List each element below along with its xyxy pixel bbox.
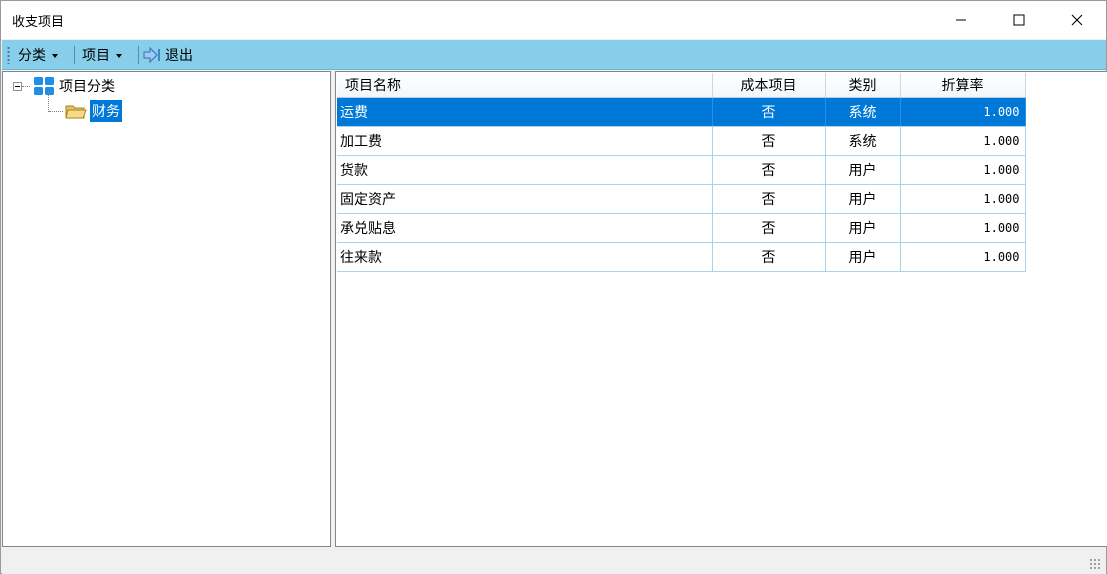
close-icon xyxy=(1071,14,1083,26)
cell-cost[interactable]: 否 xyxy=(712,242,826,272)
cell-cost[interactable]: 否 xyxy=(712,97,826,127)
table-row[interactable]: 承兑贴息否用户 1.000 xyxy=(337,213,1026,243)
cell-rate[interactable]: 1.000 xyxy=(900,184,1026,214)
toolbar-separator xyxy=(74,46,75,64)
column-header-rate[interactable]: 折算率 xyxy=(900,73,1026,98)
table-row[interactable]: 加工费否系统 1.000 xyxy=(337,126,1026,156)
tree-root-node[interactable]: 项目分类 xyxy=(13,76,115,96)
column-header-type[interactable]: 类别 xyxy=(825,73,901,98)
tree-root-label: 项目分类 xyxy=(59,79,115,95)
table-row[interactable]: 往来款否用户 1.000 xyxy=(337,242,1026,272)
minimize-button[interactable] xyxy=(932,1,990,39)
cell-cost[interactable]: 否 xyxy=(712,213,826,243)
cell-name[interactable]: 承兑贴息 xyxy=(337,213,713,243)
maximize-button[interactable] xyxy=(990,1,1048,39)
item-menu-button[interactable]: 项目 xyxy=(82,46,122,64)
cell-name[interactable]: 运费 xyxy=(337,97,713,127)
collapse-toggle-icon[interactable] xyxy=(13,81,22,91)
close-button[interactable] xyxy=(1048,1,1106,39)
cell-rate[interactable]: 1.000 xyxy=(900,126,1026,156)
cell-name[interactable]: 固定资产 xyxy=(337,184,713,214)
status-bar xyxy=(2,548,1106,574)
cell-type[interactable]: 用户 xyxy=(825,184,901,214)
table-header-row: 项目名称 成本项目 类别 折算率 xyxy=(337,73,1026,98)
exit-button[interactable]: 退出 xyxy=(143,46,193,64)
category-tree[interactable]: 项目分类 财务 xyxy=(2,71,331,547)
cell-rate[interactable]: 1.000 xyxy=(900,242,1026,272)
item-menu-label: 项目 xyxy=(82,48,110,64)
folder-open-icon xyxy=(65,105,87,119)
table-row[interactable]: 运费否系统 1.000 xyxy=(337,97,1026,127)
cell-name[interactable]: 往来款 xyxy=(337,242,713,272)
exit-label: 退出 xyxy=(165,48,193,64)
title-bar: 收支项目 xyxy=(1,1,1106,39)
category-grid-icon xyxy=(34,77,54,95)
chevron-down-icon xyxy=(52,54,58,58)
cell-type[interactable]: 用户 xyxy=(825,155,901,185)
cell-name[interactable]: 货款 xyxy=(337,155,713,185)
toolbar-grip[interactable] xyxy=(7,46,10,64)
minimize-icon xyxy=(956,19,966,21)
chevron-down-icon xyxy=(116,54,122,58)
items-grid[interactable]: 项目名称 成本项目 类别 折算率 运费否系统 1.000 加工费否系统 1.000 货款… xyxy=(335,71,1107,547)
tree-node-finance[interactable]: 财务 xyxy=(65,100,122,122)
cell-rate[interactable]: 1.000 xyxy=(900,213,1026,243)
cell-type[interactable]: 系统 xyxy=(825,126,901,156)
main-window: 收支项目 分类 项目 退出 项目分类 财务 项目名称 成本项目 类别 折算率 运… xyxy=(0,0,1107,574)
cell-cost[interactable]: 否 xyxy=(712,155,826,185)
column-header-name[interactable]: 项目名称 xyxy=(337,73,713,98)
cell-rate[interactable]: 1.000 xyxy=(900,155,1026,185)
cell-rate[interactable]: 1.000 xyxy=(900,97,1026,127)
cell-type[interactable]: 系统 xyxy=(825,97,901,127)
cell-cost[interactable]: 否 xyxy=(712,126,826,156)
table-row[interactable]: 固定资产否用户 1.000 xyxy=(337,184,1026,214)
cell-type[interactable]: 用户 xyxy=(825,213,901,243)
cell-type[interactable]: 用户 xyxy=(825,242,901,272)
toolbar-separator xyxy=(138,46,139,64)
window-title: 收支项目 xyxy=(12,15,65,30)
column-header-cost[interactable]: 成本项目 xyxy=(712,73,826,98)
exit-icon xyxy=(143,47,160,63)
cell-cost[interactable]: 否 xyxy=(712,184,826,214)
tree-node-label: 财务 xyxy=(90,100,122,122)
category-menu-button[interactable]: 分类 xyxy=(18,46,58,64)
table-row[interactable]: 货款否用户 1.000 xyxy=(337,155,1026,185)
toolbar: 分类 项目 退出 xyxy=(2,40,1106,70)
items-table: 项目名称 成本项目 类别 折算率 运费否系统 1.000 加工费否系统 1.000 货款… xyxy=(337,73,1026,272)
resize-grip-icon[interactable] xyxy=(1089,558,1101,570)
maximize-icon xyxy=(1013,14,1025,26)
cell-name[interactable]: 加工费 xyxy=(337,126,713,156)
category-menu-label: 分类 xyxy=(18,48,46,64)
